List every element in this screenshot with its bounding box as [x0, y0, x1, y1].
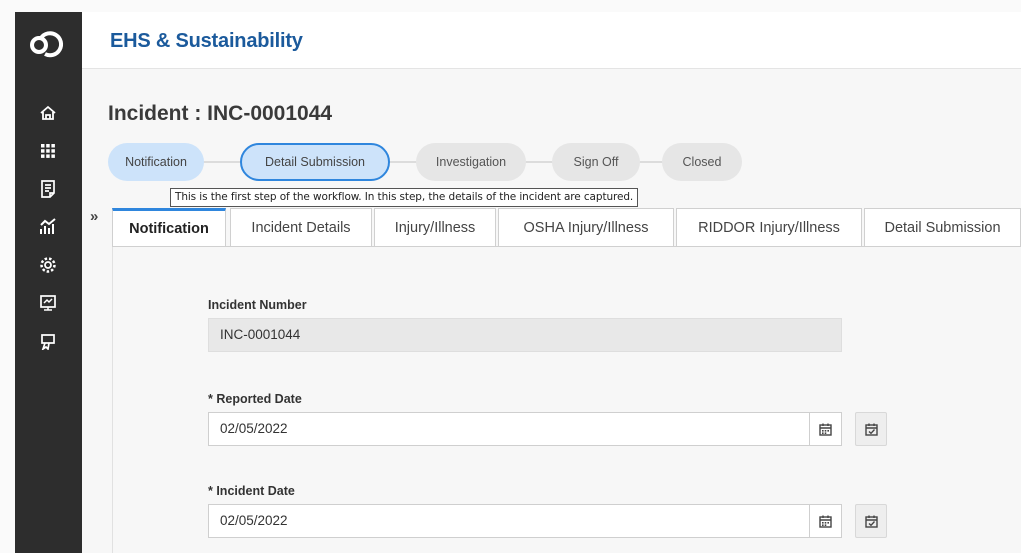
tab-osha-injury-illness[interactable]: OSHA Injury/Illness — [498, 208, 674, 246]
workflow-connector — [637, 161, 665, 163]
workflow-step-closed[interactable]: Closed — [662, 143, 742, 181]
certificate-icon[interactable] — [37, 330, 59, 352]
incident-number-field: INC-0001044 — [208, 318, 842, 352]
workflow-connector — [522, 161, 554, 163]
workflow-step-sign-off[interactable]: Sign Off — [552, 143, 640, 181]
analytics-icon[interactable] — [37, 216, 59, 238]
top-bar: EHS & Sustainability — [82, 12, 1021, 69]
workflow-tooltip: This is the first step of the workflow. … — [170, 188, 639, 207]
incident-date-value: 02/05/2022 — [220, 513, 288, 528]
tab-bar: Notification Incident Details Injury/Ill… — [112, 208, 1021, 247]
home-icon[interactable] — [37, 102, 59, 124]
calendar-today-icon[interactable] — [855, 412, 887, 446]
calendar-icon[interactable] — [809, 412, 841, 446]
tab-notification[interactable]: Notification — [112, 208, 226, 246]
sidebar — [15, 12, 82, 553]
app-window: EHS & Sustainability Incident : INC-0001… — [0, 0, 1021, 553]
incident-date-label: * Incident Date — [208, 484, 295, 498]
workflow-connector — [388, 161, 418, 163]
incident-number-label: Incident Number — [208, 298, 307, 312]
main-area: EHS & Sustainability Incident : INC-0001… — [82, 12, 1021, 553]
workflow-connector — [200, 161, 240, 163]
workflow-step-investigation[interactable]: Investigation — [416, 143, 526, 181]
tab-injury-illness[interactable]: Injury/Illness — [374, 208, 496, 246]
reported-date-label: * Reported Date — [208, 392, 302, 406]
app-title: EHS & Sustainability — [110, 30, 303, 52]
workflow-step-detail-submission[interactable]: Detail Submission — [240, 143, 390, 181]
reported-date-value: 02/05/2022 — [220, 421, 288, 436]
apps-grid-icon[interactable] — [37, 140, 59, 162]
document-icon[interactable] — [37, 178, 59, 200]
tab-detail-submission[interactable]: Detail Submission — [864, 208, 1021, 246]
logo-icon[interactable] — [25, 20, 69, 64]
reported-date-field[interactable]: 02/05/2022 — [208, 412, 842, 446]
workflow-step-notification[interactable]: Notification — [108, 143, 204, 181]
tab-incident-details[interactable]: Incident Details — [230, 208, 372, 246]
expand-panel-icon[interactable]: » — [90, 208, 98, 225]
page-title: Incident : INC-0001044 — [108, 102, 333, 125]
incident-date-field[interactable]: 02/05/2022 — [208, 504, 842, 538]
tab-riddor-injury-illness[interactable]: RIDDOR Injury/Illness — [676, 208, 862, 246]
calendar-today-icon[interactable] — [855, 504, 887, 538]
settings-icon[interactable] — [37, 254, 59, 276]
notification-form: Incident Number INC-0001044 * Reported D… — [112, 247, 1021, 553]
calendar-icon[interactable] — [809, 504, 841, 538]
monitor-icon[interactable] — [37, 292, 59, 314]
